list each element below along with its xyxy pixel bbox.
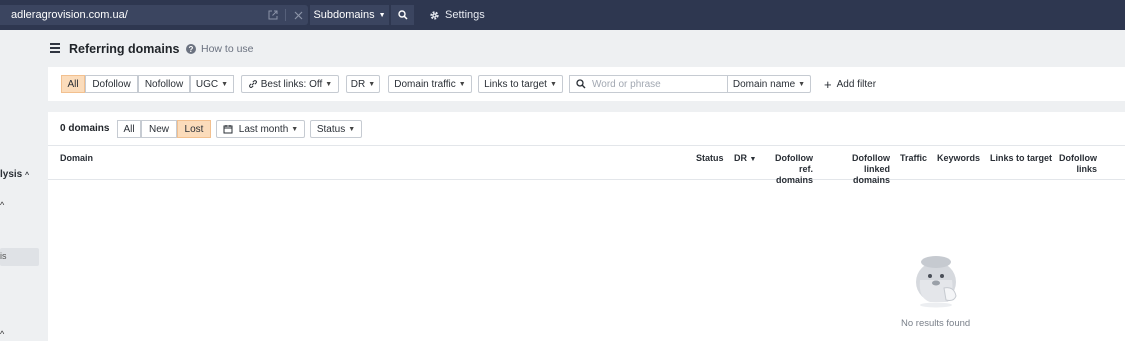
chevron-down-icon: ▼ [325,80,333,88]
how-to-use-label: How to use [201,43,254,55]
gear-icon [430,10,439,20]
link-icon [248,80,257,88]
filter-bar: All Dofollow Nofollow UGC ▼ Best links: O… [48,67,1125,101]
best-links-dropdown[interactable]: Best links: Off ▼ [241,75,339,93]
column-dr-label: DR [734,153,747,163]
url-field[interactable]: adleragrovision.com.ua/ [0,5,308,25]
column-label-line: Dofollow ref. [775,153,813,174]
dr-dropdown[interactable]: DR ▼ [346,75,380,93]
calendar-icon [223,125,233,134]
menu-icon[interactable] [50,43,60,53]
column-label-line: Dofollow linked [852,153,890,174]
column-dofollow-ref-domains[interactable]: Dofollow ref. domains [760,153,813,186]
sidebar-item-active[interactable]: is [0,248,39,266]
filter-all-button[interactable]: All [61,75,85,93]
subdomains-label: Subdomains [313,9,375,21]
chevron-down-icon: ▼ [368,80,376,88]
plus-icon: + [824,76,832,92]
state-lost-button[interactable]: Lost [177,120,211,138]
period-label: Last month [238,123,289,135]
chevron-up-icon: ^ [25,172,30,179]
chevron-down-icon: ▼ [291,125,299,133]
column-links-to-target[interactable]: Links to target [990,153,1052,164]
settings-button[interactable]: Settings [429,5,485,25]
chevron-down-icon: ▼ [221,80,229,88]
state-new-label: New [148,123,169,135]
settings-label: Settings [445,9,485,21]
links-to-target-dropdown[interactable]: Links to target ▼ [478,75,563,93]
empty-state-message: No results found [901,318,971,329]
sidebar: lysis ^ ^ is ^ [0,30,48,341]
empty-state-illustration [916,256,957,308]
help-icon: ? [186,44,196,54]
how-to-use-link[interactable]: ? How to use [186,43,254,55]
column-dr[interactable]: DR ▼ [734,153,756,165]
chevron-up-icon[interactable]: ^ [0,329,4,339]
filter-nofollow-label: Nofollow [144,78,184,90]
search-scope-label: Domain name [732,78,796,90]
chevron-down-icon: ▼ [549,80,557,88]
chevron-down-icon: ▼ [798,80,806,88]
filter-dofollow-label: Dofollow [92,78,131,90]
state-all-button[interactable]: All [117,120,141,138]
column-label-line: links [1076,164,1097,174]
sidebar-section-label: lysis [0,169,23,180]
results-panel: 0 domains All New Lost Last month ▼ Statu… [48,112,1125,341]
add-filter-label: Add filter [836,78,877,90]
chevron-down-icon: ▼ [378,11,386,19]
search-icon [576,79,586,89]
filter-all-label: All [67,78,79,90]
column-status[interactable]: Status [696,153,724,164]
sidebar-section-toggle[interactable]: lysis ^ [0,169,29,180]
links-to-target-label: Links to target [484,78,547,90]
chevron-up-icon[interactable]: ^ [0,200,4,210]
column-label-line: domains [775,175,813,185]
state-new-button[interactable]: New [141,120,177,138]
search-button[interactable] [391,5,414,25]
chevron-down-icon: ▼ [458,80,466,88]
add-filter-button[interactable]: + Add filter [824,75,876,93]
column-label-line: Dofollow [1059,153,1097,163]
keyword-search-field[interactable] [569,75,728,93]
keyword-search-input[interactable] [592,78,722,90]
filter-ugc-dropdown[interactable]: UGC ▼ [190,75,234,93]
state-lost-label: Lost [184,123,204,135]
column-traffic[interactable]: Traffic [900,153,927,164]
column-dofollow-links[interactable]: Dofollow links [1056,153,1097,175]
table-header: Domain Status DR ▼ Dofollow ref. domains … [48,145,1125,185]
column-keywords[interactable]: Keywords [937,153,980,164]
search-icon [397,10,408,20]
column-dofollow-linked-domains[interactable]: Dofollow linked domains [824,153,890,186]
sidebar-item-label: is [0,251,7,261]
chevron-down-icon: ▼ [348,125,356,133]
search-scope-dropdown[interactable]: Domain name ▼ [727,75,811,93]
divider [285,9,286,21]
page-title: Referring domains [69,42,180,56]
external-link-icon[interactable] [263,5,283,25]
domain-traffic-dropdown[interactable]: Domain traffic ▼ [388,75,472,93]
sort-desc-icon: ▼ [749,156,757,163]
domain-traffic-label: Domain traffic [394,78,456,90]
top-bar: adleragrovision.com.ua/ Subdomains ▼ Set… [0,0,1125,30]
filter-nofollow-button[interactable]: Nofollow [138,75,190,93]
filter-ugc-label: UGC [195,78,219,90]
filter-dofollow-button[interactable]: Dofollow [85,75,138,93]
dr-label: DR [350,78,366,90]
column-label-line: domains [852,175,890,185]
column-domain[interactable]: Domain [60,153,93,164]
url-text[interactable]: adleragrovision.com.ua/ [0,9,263,21]
subdomains-dropdown[interactable]: Subdomains ▼ [310,5,389,25]
best-links-label: Best links: Off [260,78,323,90]
status-dropdown[interactable]: Status ▼ [310,120,362,138]
clear-icon[interactable] [288,5,308,25]
period-dropdown[interactable]: Last month ▼ [216,120,305,138]
status-label: Status [316,123,346,135]
result-count: 0 domains [60,123,110,134]
state-all-label: All [123,123,135,135]
